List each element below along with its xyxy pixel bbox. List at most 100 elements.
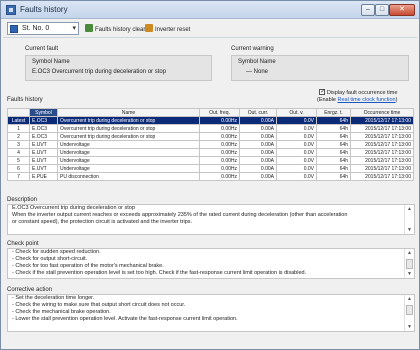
current-warning-box: Symbol Name — None bbox=[231, 55, 409, 81]
occurrence-time: 2015/12/17 17:13:00 bbox=[350, 124, 414, 133]
current-warning-value: — None bbox=[246, 69, 269, 75]
table-row[interactable]: 2 E.OC3 Overcurrent trip during decelerati… bbox=[7, 132, 414, 141]
energize-time: 64h bbox=[316, 116, 351, 125]
output-current: 0.00A bbox=[239, 132, 277, 141]
output-current: 0.00A bbox=[239, 164, 277, 173]
output-frequency: 0.00Hz bbox=[199, 172, 240, 181]
row-number: 3 bbox=[7, 140, 30, 149]
fault-name: Overcurrent trip during deceleration or … bbox=[57, 116, 200, 125]
corrective-action-label: Corrective action bbox=[7, 287, 53, 293]
description-panel[interactable]: E.OC3 Overcurrent trip during decelerati… bbox=[7, 204, 415, 235]
scroll-thumb[interactable] bbox=[406, 305, 413, 315]
output-frequency: 0.00Hz bbox=[199, 140, 240, 149]
current-fault-heading: Current fault bbox=[25, 46, 59, 52]
row-number: 2 bbox=[7, 132, 30, 141]
output-current: 0.00A bbox=[239, 148, 277, 157]
description-label: Description bbox=[7, 197, 38, 203]
window-title: Faults history bbox=[20, 5, 68, 14]
scroll-down-icon[interactable]: ▼ bbox=[407, 324, 412, 330]
occurrence-time: 2015/12/17 17:13:00 bbox=[350, 132, 414, 141]
scroll-down-icon[interactable]: ▼ bbox=[407, 271, 412, 277]
faults-history-clear-button[interactable]: Faults history clear bbox=[85, 24, 145, 33]
toolbar-divider bbox=[3, 37, 417, 38]
output-frequency: 0.00Hz bbox=[199, 116, 240, 125]
fault-name: PU disconnection bbox=[57, 172, 200, 181]
corrective-action-line: - Lower the stall prevention operation l… bbox=[12, 316, 238, 322]
corrective-action-line: - Set the deceleration time longer. bbox=[12, 295, 95, 301]
col-header-volt[interactable]: Out. v. bbox=[276, 108, 317, 117]
col-header-no bbox=[7, 108, 30, 117]
scroll-thumb[interactable] bbox=[406, 259, 413, 269]
output-frequency: 0.00Hz bbox=[199, 148, 240, 157]
occurrence-time: 2015/12/17 17:13:00 bbox=[350, 140, 414, 149]
table-row[interactable]: 7 E.PUE PU disconnection 0.00Hz 0.00A 0.0V 64h… bbox=[7, 172, 414, 181]
check-point-line: - Check for output short-circuit. bbox=[12, 256, 88, 262]
minimize-button[interactable]: – bbox=[361, 4, 375, 16]
check-point-scrollbar[interactable]: ▲ ▼ bbox=[404, 249, 414, 278]
check-point-line: - Check if the stall prevention operatio… bbox=[12, 270, 307, 276]
output-voltage: 0.0V bbox=[276, 172, 317, 181]
corrective-action-line: - Check the wiring to make sure that out… bbox=[12, 302, 186, 308]
corrective-action-scrollbar[interactable]: ▲ ▼ bbox=[404, 295, 414, 331]
col-header-name[interactable]: Name bbox=[57, 108, 200, 117]
station-select[interactable]: St. No. 0 ▾ bbox=[7, 22, 79, 35]
table-row[interactable]: 5 E.UVT Undervoltage 0.00Hz 0.00A 0.0V 64h 2015… bbox=[7, 156, 414, 165]
table-row[interactable]: Latest E.OC3 Overcurrent trip during decel… bbox=[7, 116, 414, 125]
inverter-reset-button[interactable]: Inverter reset bbox=[145, 24, 190, 33]
description-scrollbar[interactable]: ▲ ▼ bbox=[404, 205, 414, 234]
occurrence-time: 2015/12/17 17:13:00 bbox=[350, 156, 414, 165]
fault-name: Undervoltage bbox=[57, 156, 200, 165]
fault-name: Overcurrent trip during deceleration or … bbox=[57, 124, 200, 133]
fault-symbol: E.UVT bbox=[29, 148, 58, 157]
table-row[interactable]: 1 E.OC3 Overcurrent trip during decelerati… bbox=[7, 124, 414, 133]
display-time-option[interactable]: Display fault occurrence time (Enable Re… bbox=[317, 88, 398, 103]
check-point-panel[interactable]: - Check for sudden speed reduction. - Ch… bbox=[7, 248, 415, 279]
check-point-line: - Check for too fast operation of the mo… bbox=[12, 263, 164, 269]
current-warning-heading: Current warning bbox=[231, 46, 274, 52]
row-number: 1 bbox=[7, 124, 30, 133]
table-row[interactable]: 3 E.UVT Undervoltage 0.00Hz 0.00A 0.0V 64h 2015… bbox=[7, 140, 414, 149]
real-time-clock-link[interactable]: Real time clock function bbox=[338, 97, 396, 103]
scroll-up-icon[interactable]: ▲ bbox=[407, 206, 412, 212]
fault-name: Overcurrent trip during deceleration or … bbox=[57, 132, 200, 141]
scroll-up-icon[interactable]: ▲ bbox=[407, 250, 412, 256]
close-button[interactable]: ✕ bbox=[389, 4, 415, 16]
faults-history-table: Symbol Name Out. freq. Out. curr. Out. v… bbox=[7, 108, 414, 181]
scroll-down-icon[interactable]: ▼ bbox=[407, 227, 412, 233]
fault-name: Undervoltage bbox=[57, 148, 200, 157]
station-icon bbox=[10, 25, 18, 33]
fault-symbol: E.OC3 bbox=[29, 124, 58, 133]
col-header-symbol[interactable]: Symbol bbox=[29, 108, 58, 117]
row-number: 4 bbox=[7, 148, 30, 157]
faults-history-window: Faults history – □ ✕ St. No. 0 ▾ Faults … bbox=[0, 0, 420, 350]
col-header-time[interactable]: Occurrence time bbox=[350, 108, 414, 117]
clear-label: Faults history clear bbox=[95, 27, 146, 33]
toolbar: St. No. 0 ▾ Faults history clear Inverte… bbox=[1, 19, 419, 37]
output-current: 0.00A bbox=[239, 140, 277, 149]
display-time-checkbox[interactable] bbox=[319, 88, 325, 95]
description-line: E.OC3 Overcurrent trip during decelerati… bbox=[12, 205, 135, 211]
output-frequency: 0.00Hz bbox=[199, 164, 240, 173]
maximize-button[interactable]: □ bbox=[375, 4, 389, 16]
fault-symbol: E.OC3 bbox=[29, 132, 58, 141]
output-voltage: 0.0V bbox=[276, 148, 317, 157]
chevron-down-icon: ▾ bbox=[72, 25, 76, 32]
current-warning-col: Symbol Name bbox=[238, 59, 276, 65]
enable-suffix: ) bbox=[395, 97, 398, 103]
check-point-line: - Check for sudden speed reduction. bbox=[12, 249, 101, 255]
table-row[interactable]: 6 E.UVT Undervoltage 0.00Hz 0.00A 0.0V 64h 2015… bbox=[7, 164, 414, 173]
col-header-freq[interactable]: Out. freq. bbox=[199, 108, 240, 117]
scroll-up-icon[interactable]: ▲ bbox=[407, 296, 412, 302]
app-icon bbox=[6, 5, 16, 15]
col-header-curr[interactable]: Out. curr. bbox=[239, 108, 277, 117]
reset-icon bbox=[145, 24, 153, 32]
corrective-action-panel[interactable]: - Set the deceleration time longer. - Ch… bbox=[7, 294, 415, 332]
col-header-energize[interactable]: Enrgz. t. bbox=[316, 108, 351, 117]
table-row[interactable]: 4 E.UVT Undervoltage 0.00Hz 0.00A 0.0V 64h 2015… bbox=[7, 148, 414, 157]
energize-time: 64h bbox=[316, 172, 351, 181]
energize-time: 64h bbox=[316, 132, 351, 141]
output-voltage: 0.0V bbox=[276, 132, 317, 141]
reset-label: Inverter reset bbox=[155, 27, 191, 33]
occurrence-time: 2015/12/17 17:13:00 bbox=[350, 172, 414, 181]
fault-symbol: E.UVT bbox=[29, 156, 58, 165]
